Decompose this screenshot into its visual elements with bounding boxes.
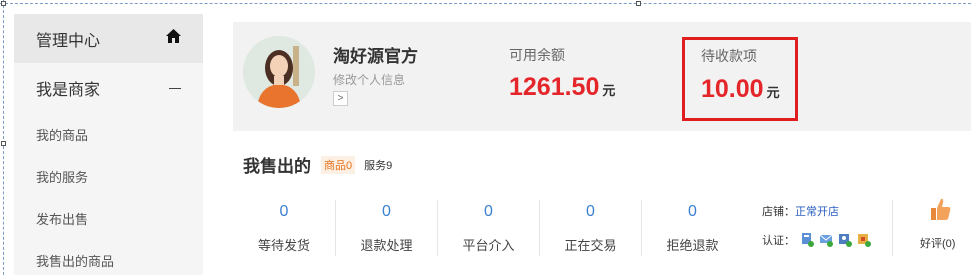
pending-amount: 10.00 元 (701, 75, 780, 104)
sidebar-item-my-goods[interactable]: 我的商品 (14, 113, 203, 155)
order-stats: 0 等待发货 0 退款处理 0 平台介入 0 正在交易 0 拒绝退款 (233, 200, 743, 256)
sidebar-item-label: 我的服务 (36, 169, 89, 185)
sidebar-header-label: 管理中心 (36, 32, 101, 50)
user-name: 淘好源官方 (333, 47, 418, 66)
sold-section-title: 我售出的 (243, 157, 311, 176)
identity-cert-icon[interactable] (839, 233, 852, 247)
stat-label: 正在交易 (564, 238, 617, 253)
pending-highlight-box: 待收款项 10.00 元 (682, 37, 798, 121)
tab-goods[interactable]: 商品0 (321, 155, 356, 174)
pending-value: 10.00 (701, 75, 764, 103)
balance-value: 1261.50 (509, 73, 600, 101)
shop-status: 店铺：正常开店 (762, 203, 839, 219)
balance-unit: 元 (602, 83, 616, 98)
sidebar-group-label: 我是商家 (36, 82, 101, 99)
sidebar-item-my-services[interactable]: 我的服务 (14, 155, 203, 197)
stat-label: 等待发货 (257, 238, 310, 253)
shop-status-value[interactable]: 正常开店 (795, 206, 839, 218)
stat-refund-rejected[interactable]: 0 拒绝退款 (641, 200, 743, 256)
sold-section-header: 我售出的 商品0 服务9 (243, 152, 392, 177)
stat-label: 退款处理 (360, 238, 413, 253)
stat-in-transaction[interactable]: 0 正在交易 (539, 200, 641, 256)
minus-icon[interactable] (169, 87, 181, 89)
pending-label: 待收款项 (701, 48, 757, 64)
stat-label: 拒绝退款 (666, 238, 719, 253)
tab-services[interactable]: 服务9 (364, 157, 392, 173)
balance-amount: 1261.50 元 (509, 73, 615, 102)
resize-handle[interactable] (636, 1, 641, 6)
stat-value[interactable]: 0 (233, 203, 335, 221)
layout-guide-left (3, 0, 4, 275)
sidebar-item-label: 我的商品 (36, 127, 89, 143)
sidebar: 管理中心 我是商家 我的商品 我的服务 发布出售 我售出的商品 (14, 14, 203, 275)
stat-awaiting-shipment[interactable]: 0 等待发货 (233, 200, 335, 256)
stat-label: 平台介入 (462, 238, 515, 253)
layout-guide-top (0, 3, 971, 4)
home-icon (166, 29, 181, 48)
cert-label: 认证： (762, 235, 795, 247)
divider (892, 200, 893, 256)
sidebar-item-label: 发布出售 (36, 211, 89, 227)
shop-label: 店铺： (762, 206, 795, 218)
account-panel: 淘好源官方 修改个人信息 > 可用余额 1261.50 元 待收款项 10.00 元 (233, 22, 971, 131)
avatar[interactable] (243, 36, 315, 108)
sidebar-item-sold-goods[interactable]: 我售出的商品 (14, 239, 203, 275)
email-cert-icon[interactable] (819, 233, 833, 247)
sidebar-item-label: 我售出的商品 (36, 253, 115, 269)
sidebar-group-merchant[interactable]: 我是商家 (14, 63, 203, 113)
edit-profile-link[interactable]: 修改个人信息 (333, 71, 405, 88)
stat-platform-intervention[interactable]: 0 平台介入 (437, 200, 539, 256)
positive-rating[interactable]: 好评(0) (920, 235, 955, 251)
sidebar-item-publish-sale[interactable]: 发布出售 (14, 197, 203, 239)
stat-value[interactable]: 0 (336, 203, 437, 221)
certifications: 认证： (762, 232, 871, 248)
edit-profile-arrow-button[interactable]: > (333, 91, 348, 106)
thumbs-up-icon[interactable] (928, 196, 952, 222)
pending-unit: 元 (766, 85, 780, 100)
stat-refund-processing[interactable]: 0 退款处理 (335, 200, 437, 256)
stat-value[interactable]: 0 (438, 203, 539, 221)
resize-handle[interactable] (1, 141, 6, 146)
safety-cert-icon[interactable] (858, 233, 871, 247)
balance-label: 可用余额 (509, 47, 565, 63)
stat-value[interactable]: 0 (642, 203, 743, 221)
id-cert-icon[interactable] (801, 233, 814, 247)
sidebar-header-manage-center[interactable]: 管理中心 (14, 14, 203, 63)
stat-value[interactable]: 0 (540, 203, 641, 221)
resize-handle[interactable] (1, 1, 6, 6)
